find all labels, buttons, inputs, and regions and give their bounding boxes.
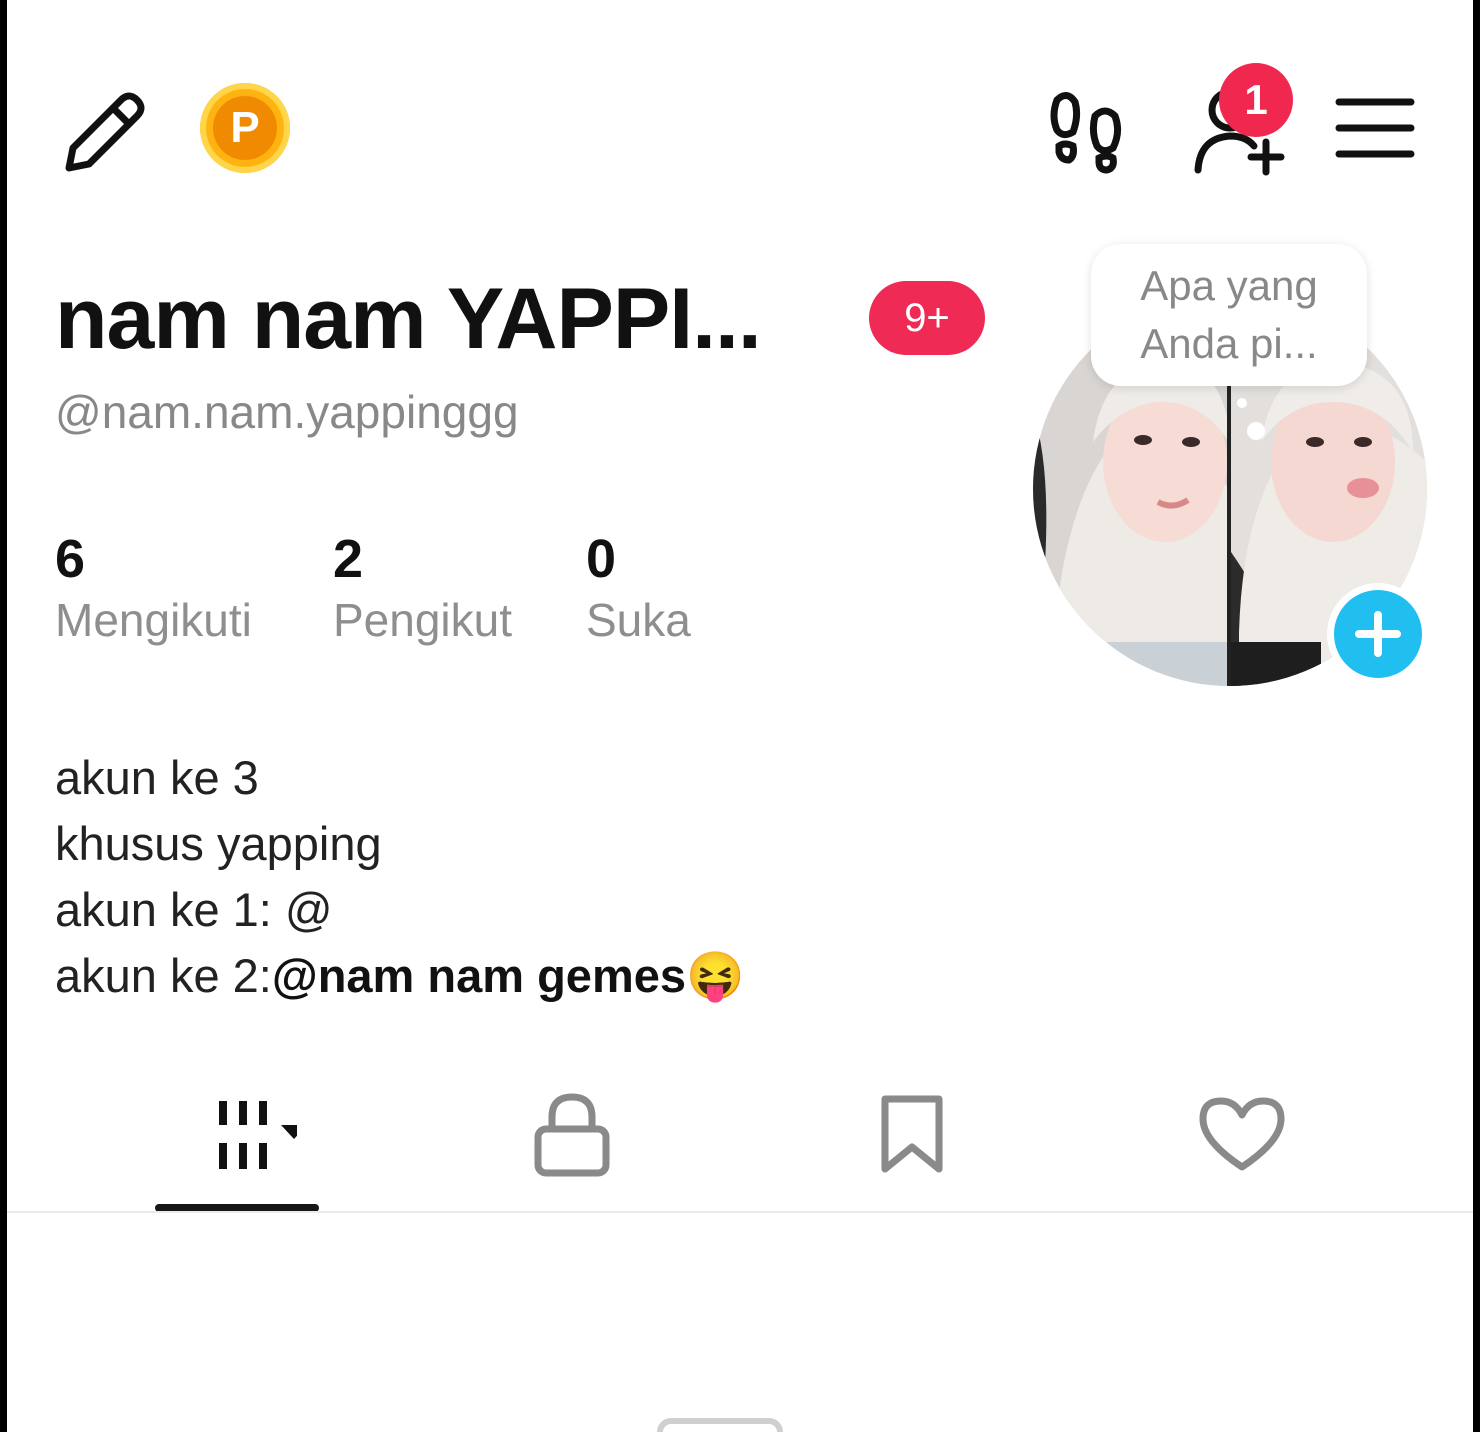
footprints-icon[interactable] [1041,84,1133,176]
notification-badge[interactable]: 9+ [869,281,985,355]
bio-line: akun ke 1: @ [55,883,333,936]
bio-line-prefix: akun ke 2: [55,949,272,1002]
videos-tab[interactable] [155,1070,319,1200]
liked-tab[interactable] [1167,1070,1317,1200]
thought-bubble-dot [1237,398,1247,408]
bio-mention-link[interactable]: @nam nam gemes [272,949,686,1002]
bio-line: akun ke 3 [55,751,259,804]
likes-count: 0 [586,529,617,589]
plus-icon [1334,590,1422,678]
coin-button[interactable]: P [200,83,290,173]
thought-bubble-dot [1247,422,1265,440]
thought-bubble-line: Anda pi... [1140,320,1318,367]
private-tab[interactable] [497,1070,647,1200]
hamburger-menu-icon[interactable] [1333,92,1417,164]
username: @nam.nam.yappinggg [55,386,519,438]
coin-icon: P [213,96,277,160]
following-label: Mengikuti [55,594,252,646]
tabs-divider [7,1211,1473,1213]
tongue-emoji: 😝 [686,949,745,1002]
bio: akun ke 3 khusus yapping akun ke 1: @ ak… [55,745,745,1009]
profile-screen: P 1 nam nam YAPPI... 9+ @nam.nam.yapping… [7,0,1473,1432]
thought-bubble[interactable]: Apa yang Anda pi... [1091,244,1367,386]
display-name: nam nam YAPPI... [55,271,762,367]
pencil-icon[interactable] [57,82,153,178]
grid-dropdown-icon [219,1101,297,1169]
bio-line: khusus yapping [55,817,382,870]
bio-line: akun ke 2:@nam nam gemes😝 [55,943,745,1009]
lock-icon [534,1093,610,1177]
followers-count: 2 [333,529,364,589]
add-user-count-badge: 1 [1219,63,1293,137]
saved-tab[interactable] [837,1070,987,1200]
heart-icon [1199,1097,1285,1171]
likes-label: Suka [586,594,691,646]
followers-label: Pengikut [333,594,513,646]
following-count: 6 [55,529,86,589]
thought-bubble-line: Apa yang [1140,262,1318,309]
content-placeholder-icon [657,1418,783,1432]
bookmark-icon [881,1095,943,1173]
add-story-button[interactable] [1327,583,1429,685]
